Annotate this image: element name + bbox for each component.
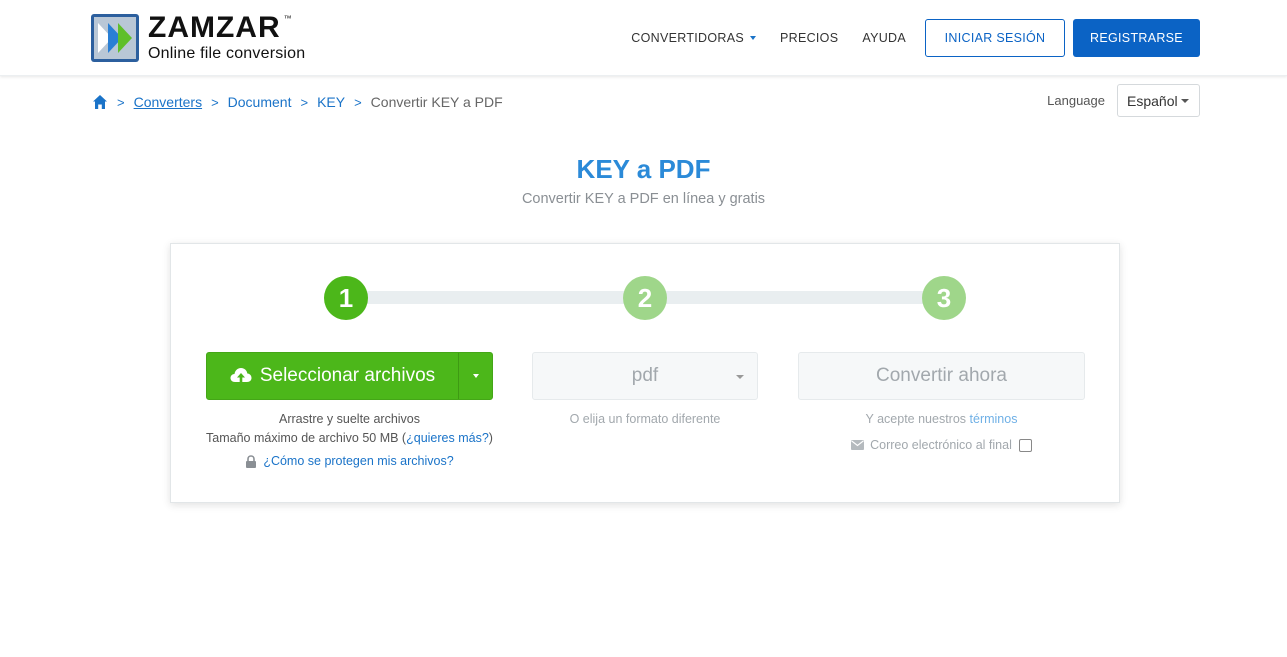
email-notify-label: Correo electrónico al final	[870, 438, 1012, 452]
main-nav: CONVERTIDORAS PRECIOS AYUDA INICIAR SESI…	[631, 19, 1200, 57]
breadcrumb-separator: >	[354, 94, 362, 110]
step-1-indicator: 1	[324, 276, 368, 320]
max-size-hint: Tamaño máximo de archivo 50 MB (¿quieres…	[206, 431, 493, 445]
nav-converters-label: CONVERTIDORAS	[631, 31, 744, 45]
terms-row: Y acepte nuestros términos	[798, 412, 1085, 426]
language-dropdown[interactable]: Español	[1117, 84, 1200, 117]
file-protection-row: ¿Cómo se protegen mis archivos?	[206, 454, 493, 468]
nav-help[interactable]: AYUDA	[862, 31, 906, 45]
select-source-dropdown[interactable]	[459, 353, 492, 399]
nav-pricing[interactable]: PRECIOS	[780, 31, 838, 45]
home-icon[interactable]	[92, 94, 108, 110]
breadcrumb-separator: >	[211, 94, 219, 110]
breadcrumb-key[interactable]: KEY	[317, 94, 345, 110]
breadcrumb-document[interactable]: Document	[228, 94, 292, 110]
envelope-icon	[851, 440, 865, 450]
lock-icon	[246, 454, 257, 468]
select-files-button[interactable]: Seleccionar archivos	[207, 353, 459, 399]
format-selected: pdf	[631, 365, 659, 386]
breadcrumb-separator: >	[300, 94, 309, 110]
header: ZAMZAR ™ Online file conversion CONVERTID…	[0, 0, 1287, 76]
email-notify-checkbox[interactable]	[1018, 438, 1032, 452]
chevron-down-icon	[1181, 99, 1189, 103]
step-3-indicator: 3	[922, 276, 966, 320]
breadcrumb-converters[interactable]: Converters	[134, 94, 202, 110]
zamzar-logo-icon	[91, 14, 139, 62]
step-2-indicator: 2	[623, 276, 667, 320]
logo-text: ZAMZAR ™ Online file conversion	[148, 13, 305, 62]
chevron-down-icon	[749, 36, 756, 40]
select-files-label: Seleccionar archivos	[259, 365, 436, 386]
chevron-down-icon	[472, 374, 479, 378]
brand-name: ZAMZAR ™	[148, 11, 293, 44]
zamzar-logo[interactable]: ZAMZAR ™ Online file conversion	[90, 13, 305, 63]
language-label: Language	[1047, 93, 1105, 108]
max-size-text: Tamaño máximo de archivo 50 MB (	[206, 431, 407, 445]
page-subtitle: Convertir KEY a PDF en línea y gratis	[521, 191, 766, 207]
register-button[interactable]: REGISTRARSE	[1073, 19, 1200, 57]
chevron-down-icon	[736, 375, 744, 379]
format-hint: O elija un formato diferente	[569, 412, 721, 426]
converter-card: 1 2 3 Seleccionar archivos Arrastre y su…	[170, 243, 1120, 503]
trademark: ™	[283, 14, 293, 23]
drag-drop-hint: Arrastre y suelte archivos	[278, 412, 421, 426]
breadcrumb: > Converters > Document > KEY > Converti…	[92, 94, 503, 110]
want-more-link[interactable]: ¿quieres más?	[406, 431, 489, 445]
convert-now-button[interactable]: Convertir ahora	[798, 352, 1085, 400]
terms-link[interactable]: términos	[970, 412, 1018, 426]
tagline: Online file conversion	[148, 45, 306, 62]
breadcrumb-current: Convertir KEY a PDF	[370, 94, 503, 110]
max-size-close: )	[488, 431, 493, 445]
email-notify-row: Correo electrónico al final	[798, 438, 1085, 452]
language-selector: Language Español	[1047, 84, 1200, 117]
page-title: KEY a PDF	[576, 154, 711, 184]
login-button[interactable]: INICIAR SESIÓN	[925, 19, 1065, 57]
language-selected: Español	[1127, 92, 1178, 109]
file-protection-link[interactable]: ¿Cómo se protegen mis archivos?	[263, 454, 453, 468]
format-select[interactable]: pdf	[532, 352, 758, 400]
cloud-upload-icon	[230, 368, 252, 384]
breadcrumb-separator: >	[117, 94, 125, 110]
nav-converters[interactable]: CONVERTIDORAS	[631, 31, 756, 45]
select-files-button-group: Seleccionar archivos	[206, 352, 493, 400]
terms-prefix: Y acepte nuestros	[865, 412, 970, 426]
